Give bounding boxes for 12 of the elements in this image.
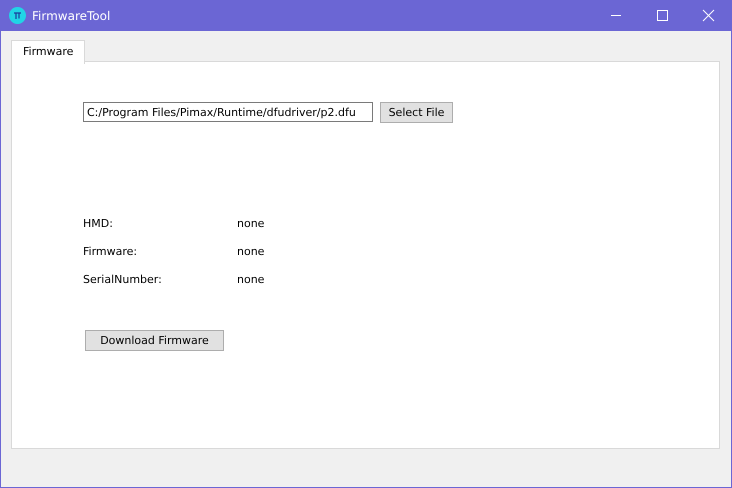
app-icon	[9, 7, 26, 24]
info-value: none	[237, 244, 264, 258]
info-value: none	[237, 216, 264, 230]
info-value: none	[237, 272, 264, 286]
select-file-button[interactable]: Select File	[380, 102, 453, 123]
download-firmware-button[interactable]: Download Firmware	[85, 330, 224, 351]
window-title: FirmwareTool	[32, 8, 110, 22]
info-label: HMD:	[83, 216, 114, 230]
tab[interactable]: Firmware	[11, 40, 86, 64]
info-label: SerialNumber:	[83, 272, 163, 286]
info-label: Firmware:	[83, 244, 138, 258]
file-path-field[interactable]: C:/Program Files/Pimax/Runtime/dfudriver/p2.dfu	[83, 102, 373, 122]
